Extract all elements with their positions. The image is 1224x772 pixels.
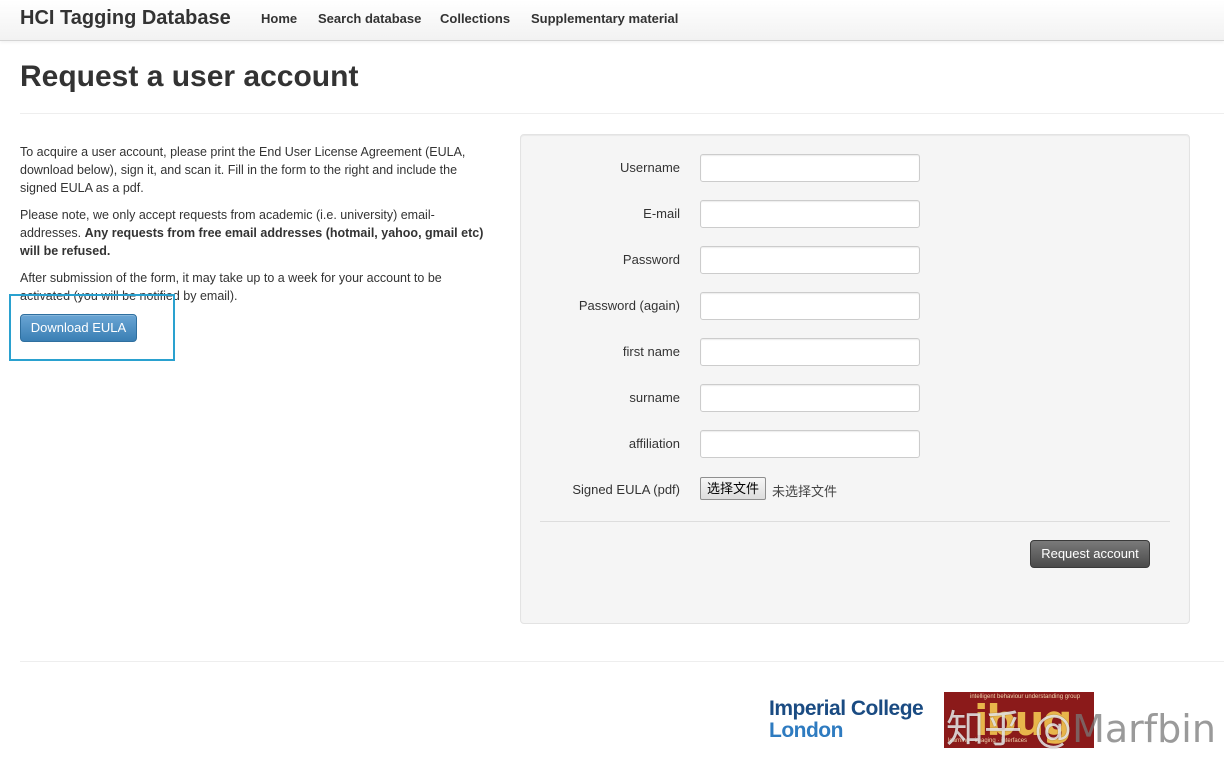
intro-paragraph-academic: Please note, we only accept requests fro… — [20, 206, 490, 260]
brand-title[interactable]: HCI Tagging Database — [20, 7, 231, 30]
first-name-label: first name — [622, 344, 680, 359]
nav-supplementary-material[interactable]: Supplementary material — [531, 11, 678, 26]
choose-file-button[interactable]: 选择文件 — [700, 477, 767, 500]
email-label: E-mail — [643, 206, 680, 221]
zhihu-watermark: 知乎 @Marfbin — [946, 698, 1216, 753]
first-name-field[interactable] — [700, 338, 920, 366]
form-actions-divider — [540, 521, 1170, 522]
imperial-logo-line2: London — [769, 719, 843, 742]
signed-eula-label: Signed EULA (pdf) — [572, 482, 680, 497]
page-title: Request a user account — [20, 60, 359, 93]
imperial-college-logo: Imperial College London — [769, 697, 924, 742]
intro-paragraph-eula: To acquire a user account, please print … — [20, 145, 466, 195]
top-navbar: HCI Tagging Database Home Search databas… — [0, 0, 1224, 41]
header-divider — [20, 113, 1224, 114]
refusal-warning: Any requests from free email addresses (… — [20, 226, 484, 258]
surname-field[interactable] — [700, 384, 920, 412]
watermark-name: Marfbin — [1072, 707, 1216, 751]
password-again-label: Password (again) — [578, 298, 680, 313]
surname-label: surname — [629, 390, 680, 405]
annotation-highlight-box — [9, 294, 175, 361]
affiliation-label: affiliation — [628, 436, 680, 451]
nav-home[interactable]: Home — [261, 11, 297, 26]
nav-collections[interactable]: Collections — [440, 11, 510, 26]
password-field[interactable] — [700, 246, 920, 274]
imperial-logo-line1: Imperial College — [769, 697, 924, 720]
username-label: Username — [620, 160, 680, 175]
file-status-text: 未选择文件 — [772, 484, 838, 499]
watermark-glyphs: 知乎 @ — [946, 707, 1073, 751]
nav-search-database[interactable]: Search database — [318, 11, 421, 26]
footer-divider — [20, 661, 1224, 662]
intro-text: To acquire a user account, please print … — [20, 143, 490, 314]
email-field[interactable] — [700, 200, 920, 228]
password-again-field[interactable] — [700, 292, 920, 320]
password-label: Password — [622, 252, 680, 267]
affiliation-field[interactable] — [700, 430, 920, 458]
request-account-button[interactable]: Request account — [1030, 540, 1150, 568]
username-field[interactable] — [700, 154, 920, 182]
